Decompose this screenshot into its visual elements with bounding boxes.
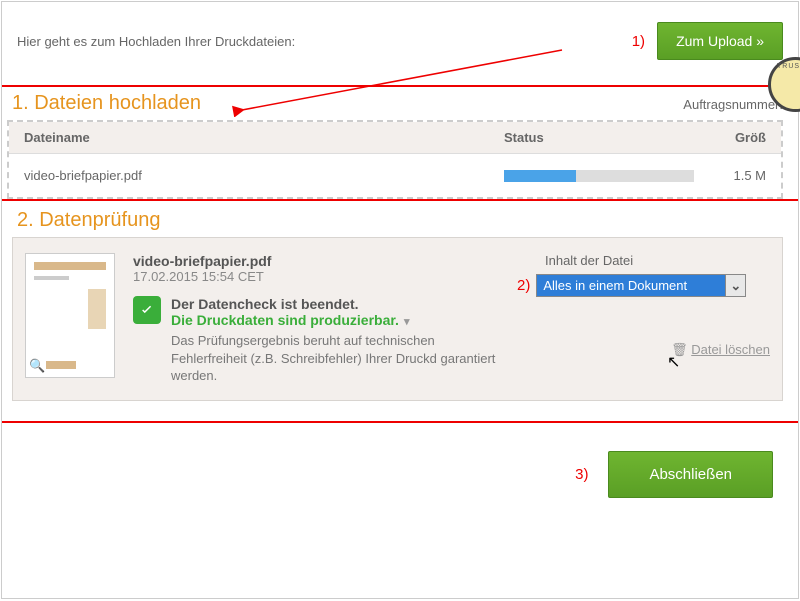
check-status-1: Der Datencheck ist beendet. — [171, 296, 511, 312]
checked-file-name: video-briefpapier.pdf — [133, 253, 535, 269]
magnify-icon[interactable]: 🔍 — [29, 358, 45, 374]
upload-button[interactable]: Zum Upload » — [657, 22, 783, 60]
checked-file-date: 17.02.2015 15:54 CET — [133, 269, 535, 284]
file-thumbnail[interactable]: 🔍 — [25, 253, 115, 378]
dropdown-value: Alles in einem Dokument — [537, 275, 725, 296]
chevron-down-icon[interactable]: ⌄ — [725, 275, 745, 296]
order-number-label: Auftragsnummer: — [683, 97, 783, 112]
cursor-icon: ↖ — [667, 352, 680, 372]
check-status-2[interactable]: Die Druckdaten sind produzierbar. ▾ — [171, 312, 511, 328]
annotation-1: 1) — [632, 33, 645, 50]
submit-button[interactable]: Abschließen — [608, 451, 773, 498]
file-table: Dateiname Status Größ video-briefpapier.… — [7, 120, 783, 199]
file-check-panel: 🔍 video-briefpapier.pdf 17.02.2015 15:54… — [12, 237, 783, 401]
upload-intro-text: Hier geht es zum Hochladen Ihrer Druckda… — [17, 34, 632, 49]
progress-fill — [504, 170, 576, 182]
dropdown-label: Inhalt der Datei — [545, 253, 770, 268]
col-status: Status — [504, 130, 724, 145]
file-name-cell: video-briefpapier.pdf — [24, 168, 504, 183]
check-status-3: Das Prüfungsergebnis beruht auf technisc… — [171, 332, 511, 385]
annotation-3: 3) — [575, 466, 588, 483]
file-row: video-briefpapier.pdf 1.5 M — [9, 154, 781, 197]
col-filename: Dateiname — [24, 130, 504, 145]
section2-title: 2. Datenprüfung — [12, 209, 783, 232]
file-size-cell: 1.5 M — [724, 168, 766, 183]
content-dropdown[interactable]: Alles in einem Dokument ⌄ — [536, 274, 746, 297]
upload-progress — [504, 170, 694, 182]
caret-icon: ▾ — [401, 316, 410, 328]
section1-title: 1. Dateien hochladen — [7, 92, 201, 115]
delete-file-link[interactable]: 🗑 Datei löschen — [545, 342, 770, 358]
col-size: Größ — [724, 130, 766, 145]
annotation-2: 2) — [517, 277, 530, 294]
check-success-icon — [133, 296, 161, 324]
